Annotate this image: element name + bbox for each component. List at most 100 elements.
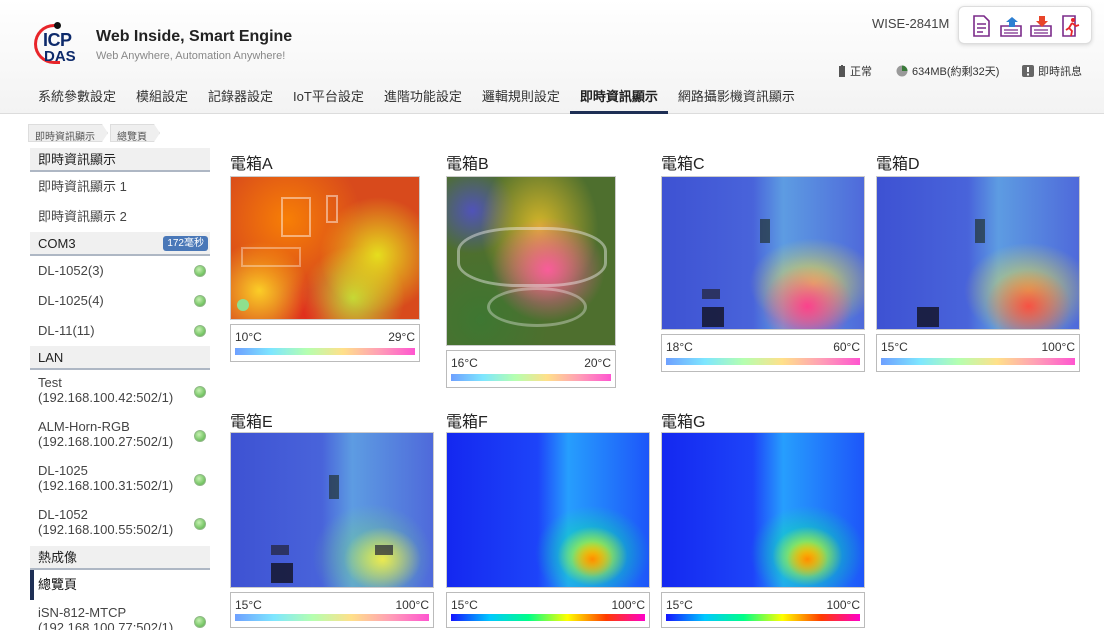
color-bar-b [451, 374, 611, 381]
panel-title-c: 電箱C [661, 156, 705, 173]
tab-iot-platform[interactable]: IoT平台設定 [283, 80, 374, 114]
download-icon[interactable] [1029, 15, 1053, 37]
device-label: DL-1025 [38, 463, 88, 478]
thermal-image-g[interactable] [661, 432, 865, 588]
storage-status: 634MB(約剩32天) [896, 63, 999, 79]
tab-realtime-display[interactable]: 即時資訊顯示 [569, 80, 668, 114]
tab-system-settings[interactable]: 系統參數設定 [28, 80, 126, 114]
status-led-icon [194, 386, 206, 398]
color-bar-g [666, 614, 860, 621]
sidebar-item-dl11-11[interactable]: DL-11(11) [30, 316, 210, 346]
sidebar-item-isn812[interactable]: iSN-812-MTCP (192.168.100.77:502/1) [30, 600, 210, 630]
device-address: (192.168.100.27:502/1) [38, 434, 174, 449]
temp-scale-b: 16°C 20°C [446, 350, 616, 388]
panel-title-e: 電箱E [230, 414, 273, 431]
instant-message[interactable]: 即時訊息 [1022, 63, 1082, 79]
tab-module-settings[interactable]: 模組設定 [126, 80, 198, 114]
tab-logic-rules[interactable]: 邏輯規則設定 [472, 80, 570, 114]
sidebar-item-test[interactable]: Test (192.168.100.42:502/1) [30, 370, 210, 414]
color-bar-f [451, 614, 645, 621]
color-bar-a [235, 348, 415, 355]
temp-scale-d: 15°C 100°C [876, 334, 1080, 372]
temp-max-d: 100°C [1041, 340, 1076, 354]
sidebar-item-dl1052-3[interactable]: DL-1052(3) [30, 256, 210, 286]
temp-min-d: 15°C [881, 340, 908, 354]
icpdas-logo: ICP DAS [34, 22, 86, 66]
status-led-icon [194, 325, 206, 337]
color-bar-c [666, 358, 860, 365]
temp-scale-e: 15°C 100°C [230, 592, 434, 628]
thermal-image-c[interactable] [661, 176, 865, 330]
device-label: iSN-812-MTCP [38, 605, 127, 620]
device-label: ALM-Horn-RGB [38, 419, 130, 434]
thermal-image-d[interactable] [876, 176, 1080, 330]
toolbar [958, 6, 1092, 44]
status-led-icon [194, 518, 206, 530]
temp-max-b: 20°C [584, 356, 611, 370]
sidebar-item-overview[interactable]: 總覽頁 [30, 570, 210, 600]
upload-icon[interactable] [999, 15, 1023, 37]
sidebar-item-realtime-2[interactable]: 即時資訊顯示 2 [30, 202, 210, 232]
sidebar-head-com3: COM3 172毫秒 [30, 232, 210, 256]
breadcrumb-realtime[interactable]: 即時資訊顯示 [28, 124, 108, 142]
device-address: (192.168.100.31:502/1) [38, 478, 174, 493]
panel-title-b: 電箱B [446, 156, 489, 173]
sidebar-head-realtime: 即時資訊顯示 [30, 148, 210, 172]
device-label: Test [38, 375, 62, 390]
temp-scale-a: 10°C 29°C [230, 324, 420, 362]
panel-title-d: 電箱D [876, 156, 920, 173]
tab-logger-settings[interactable]: 記錄器設定 [198, 80, 283, 114]
sidebar-item-realtime-1[interactable]: 即時資訊顯示 1 [30, 172, 210, 202]
document-icon[interactable] [969, 15, 993, 37]
temp-scale-f: 15°C 100°C [446, 592, 650, 628]
temp-scale-g: 15°C 100°C [661, 592, 865, 628]
thermal-image-b[interactable] [446, 176, 616, 346]
sidebar: 即時資訊顯示 即時資訊顯示 1 即時資訊顯示 2 COM3 172毫秒 DL-1… [30, 148, 210, 630]
temp-min-b: 16°C [451, 356, 478, 370]
status-led-icon [194, 295, 206, 307]
battery-icon [839, 65, 845, 77]
model-name: WISE-2841M [872, 16, 950, 31]
temp-max-c: 60°C [833, 340, 860, 354]
color-bar-d [881, 358, 1075, 365]
temp-min-f: 15°C [451, 598, 478, 612]
breadcrumb: 即時資訊顯示 總覽頁 [28, 124, 162, 144]
breadcrumb-overview[interactable]: 總覽頁 [110, 124, 160, 142]
thermal-image-a[interactable] [230, 176, 420, 320]
temp-min-c: 18°C [666, 340, 693, 354]
temp-max-a: 29°C [388, 330, 415, 344]
exit-icon[interactable] [1059, 15, 1083, 37]
status-normal: 正常 [838, 63, 872, 79]
device-label: DL-11(11) [38, 323, 95, 338]
device-label: DL-1052(3) [38, 263, 104, 278]
temp-min-g: 15°C [666, 598, 693, 612]
sidebar-item-alm-horn[interactable]: ALM-Horn-RGB (192.168.100.27:502/1) [30, 414, 210, 458]
sidebar-head-lan: LAN [30, 346, 210, 370]
header: ICP DAS Web Inside, Smart Engine Web Any… [0, 0, 1104, 114]
device-label: DL-1052 [38, 507, 88, 522]
sidebar-item-dl1025-4[interactable]: DL-1025(4) [30, 286, 210, 316]
brand-title: Web Inside, Smart Engine [96, 28, 293, 45]
device-address: (192.168.100.42:502/1) [38, 390, 174, 405]
tab-advanced-settings[interactable]: 進階功能設定 [374, 80, 472, 114]
scan-time-badge: 172毫秒 [163, 236, 208, 251]
temp-scale-c: 18°C 60°C [661, 334, 865, 372]
status-led-icon [194, 265, 206, 277]
thermal-image-e[interactable] [230, 432, 434, 588]
sidebar-item-dl1052[interactable]: DL-1052 (192.168.100.55:502/1) [30, 502, 210, 546]
com3-label: COM3 [38, 236, 76, 251]
panel-title-g: 電箱G [661, 414, 706, 431]
status-led-icon [194, 616, 206, 628]
panel-title-f: 電箱F [446, 414, 488, 431]
sidebar-item-dl1025[interactable]: DL-1025 (192.168.100.31:502/1) [30, 458, 210, 502]
status-led-icon [194, 430, 206, 442]
message-icon [1022, 65, 1034, 77]
temp-max-e: 100°C [395, 598, 430, 612]
brand-subtitle: Web Anywhere, Automation Anywhere! [96, 50, 286, 62]
thermal-image-f[interactable] [446, 432, 650, 588]
tab-camera-display[interactable]: 網路攝影機資訊顯示 [668, 80, 805, 114]
panel-title-a: 電箱A [230, 156, 273, 173]
temp-max-f: 100°C [611, 598, 646, 612]
device-label: DL-1025(4) [38, 293, 104, 308]
status-led-icon [194, 474, 206, 486]
